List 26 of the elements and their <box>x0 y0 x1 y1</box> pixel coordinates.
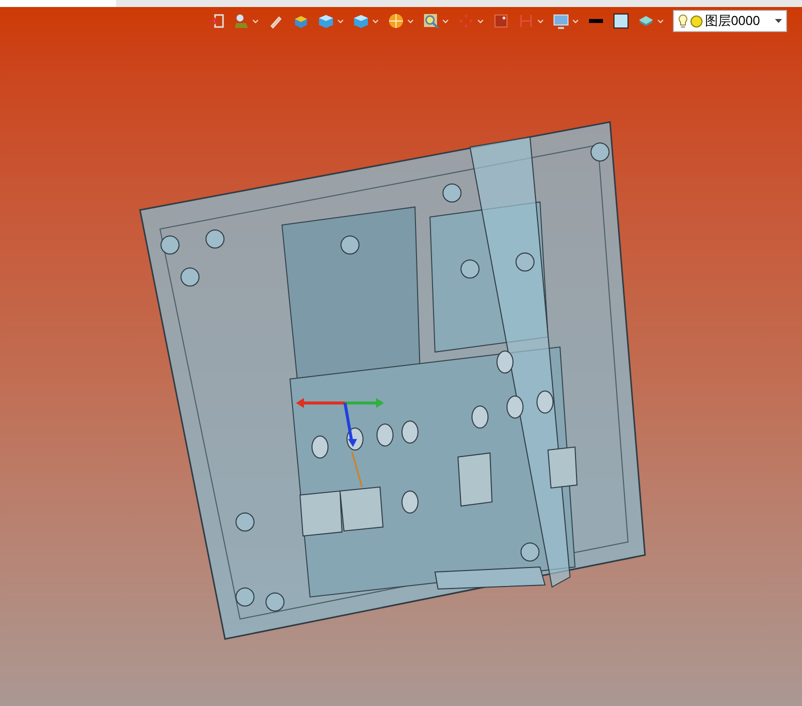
layers-icon <box>638 13 654 29</box>
layer-dropdown[interactable]: 图层0000 <box>673 10 787 32</box>
caret-icon <box>657 18 664 24</box>
layer-name: 图层0000 <box>705 12 760 30</box>
box-icon <box>293 13 309 29</box>
caret-icon <box>337 18 344 24</box>
frame-icon <box>493 13 509 29</box>
zoom-icon <box>423 13 439 29</box>
monitor-icon <box>553 13 569 29</box>
caret-icon <box>372 18 379 24</box>
exit-icon <box>208 13 224 29</box>
dropdown-arrow-icon <box>775 19 782 23</box>
cube-icon <box>353 13 369 29</box>
cube-icon <box>318 13 334 29</box>
dimension-icon <box>518 13 534 29</box>
caret-icon <box>572 18 579 24</box>
caret-icon <box>407 18 414 24</box>
caret-icon <box>252 18 259 24</box>
fill-swatch-icon <box>613 13 629 29</box>
caret-icon <box>442 18 449 24</box>
points-icon <box>458 13 474 29</box>
pie-icon <box>388 13 404 29</box>
caret-icon <box>537 18 544 24</box>
lightbulb-icon <box>678 14 688 28</box>
circle-icon <box>690 14 703 28</box>
caret-icon <box>477 18 484 24</box>
